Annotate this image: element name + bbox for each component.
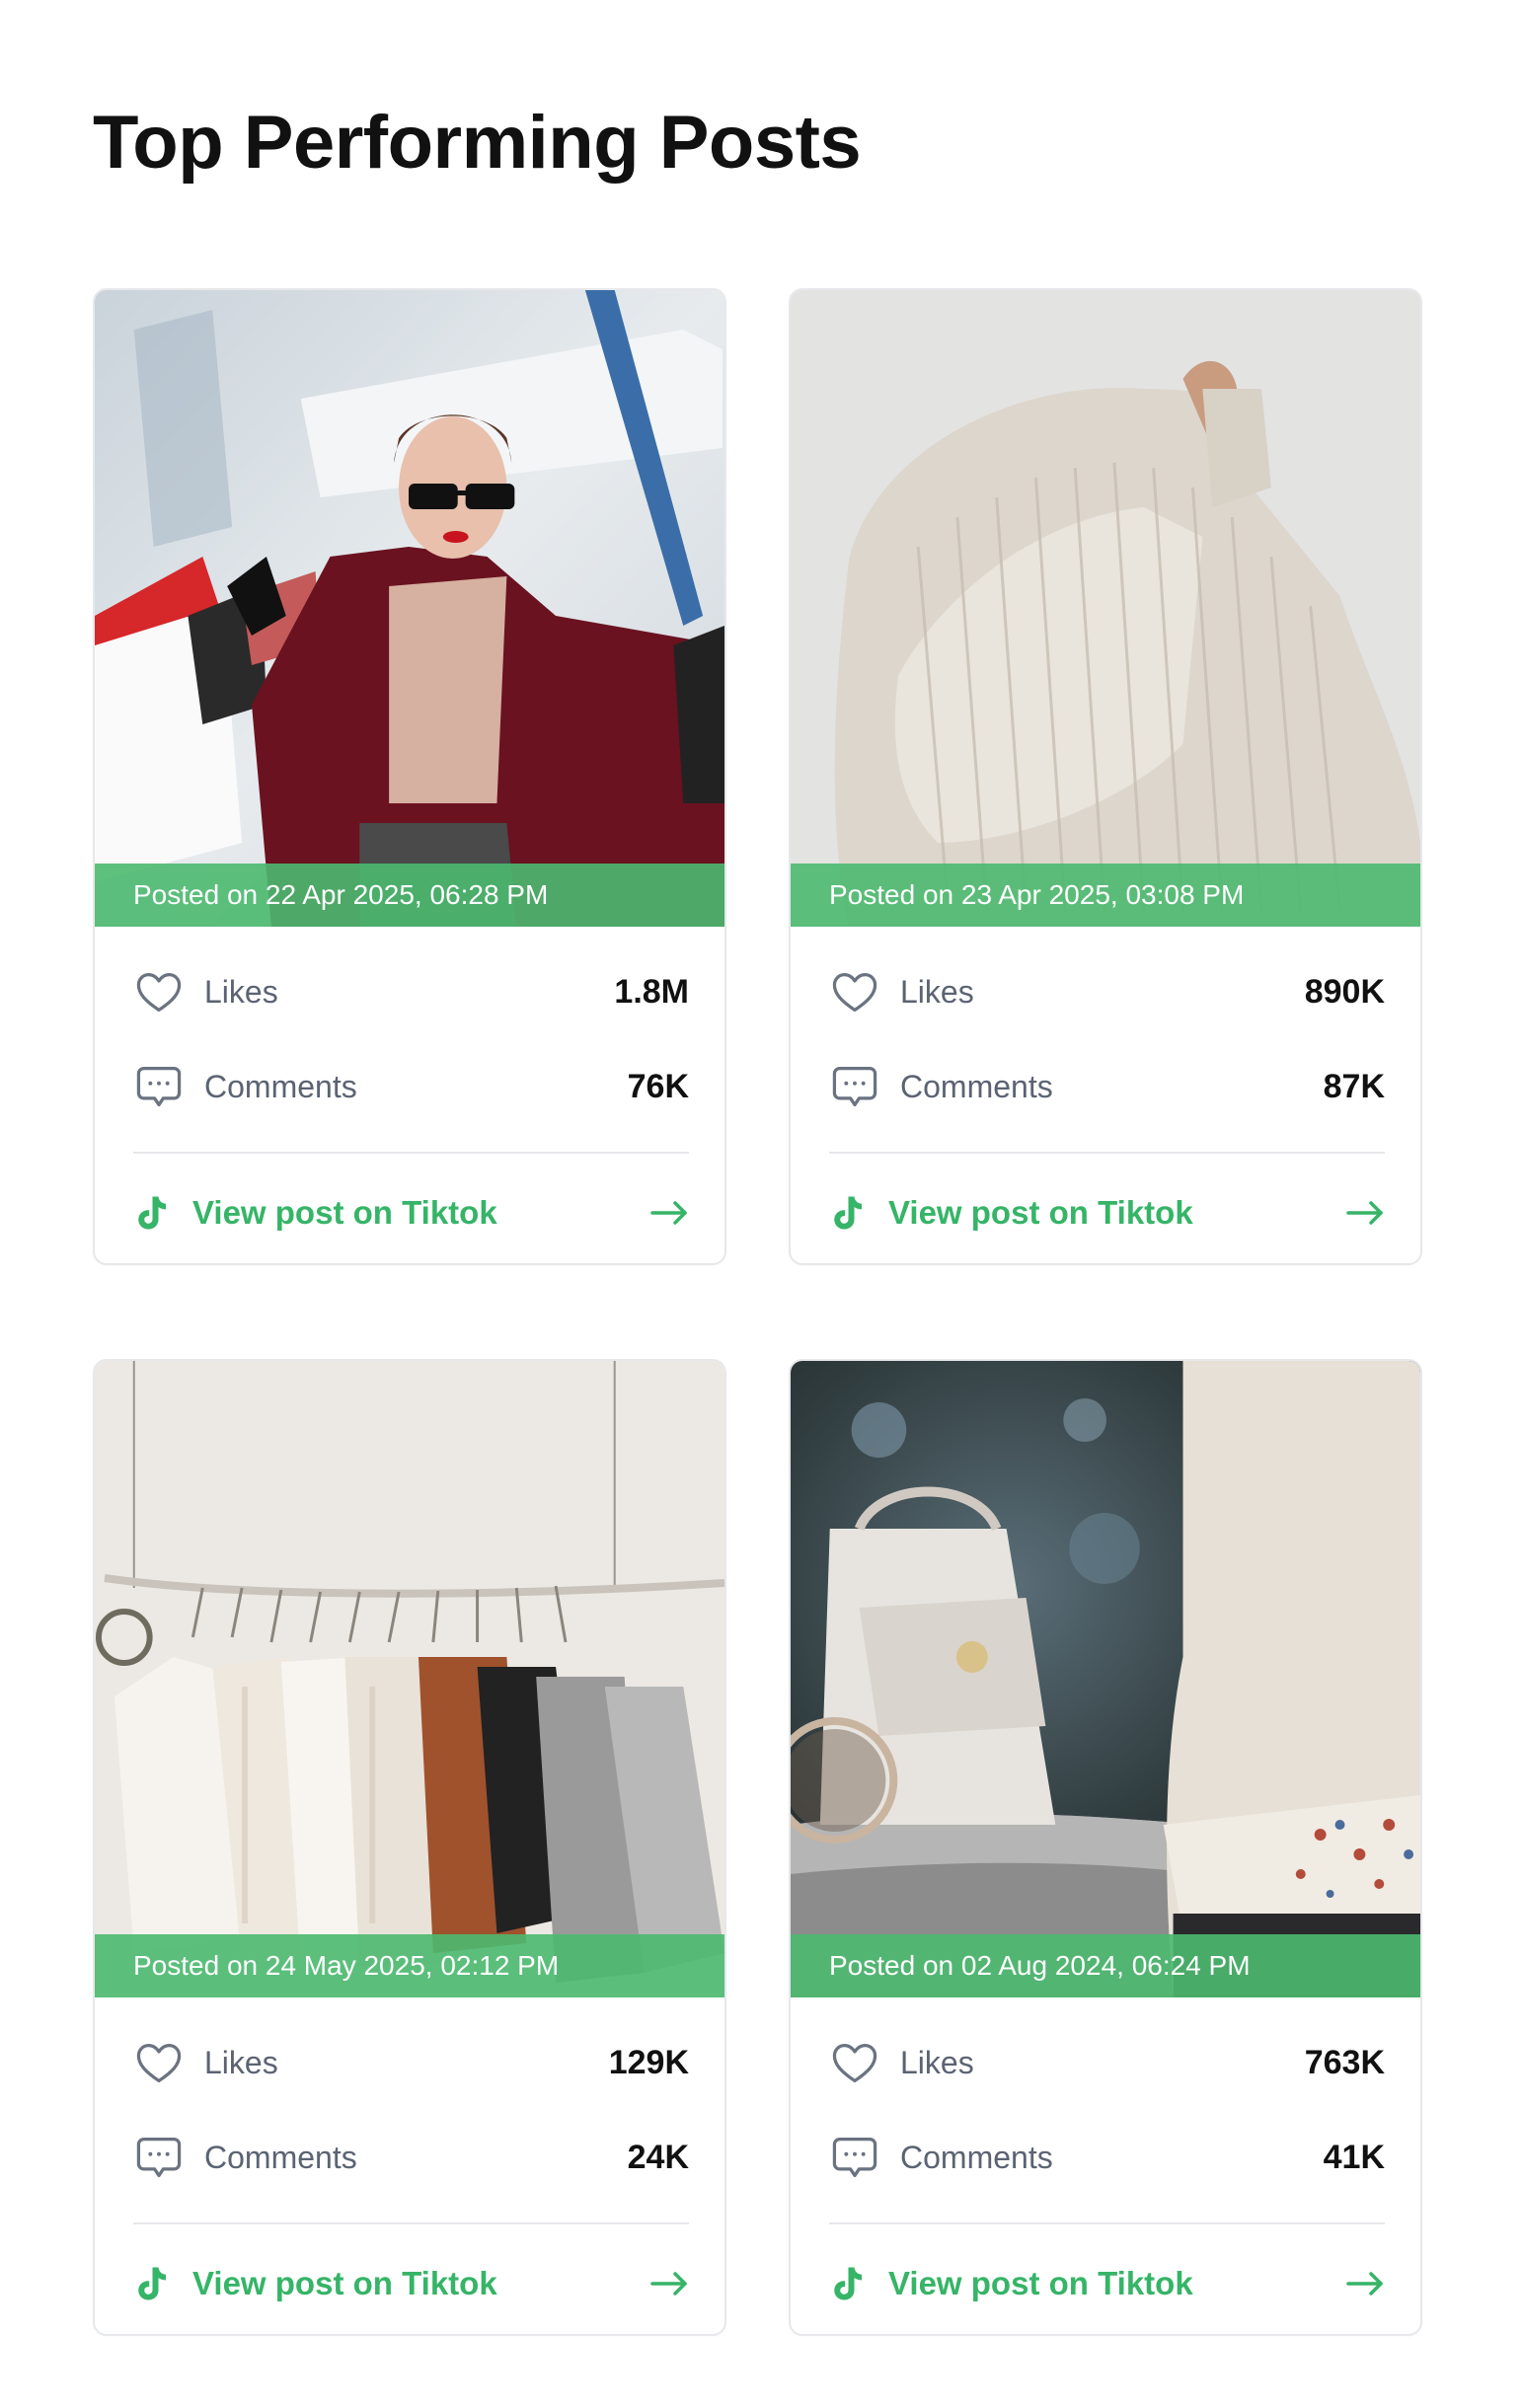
comments-label: Comments — [900, 2139, 1053, 2175]
likes-label: Likes — [900, 2044, 974, 2080]
comments-count: 41K — [1323, 2138, 1385, 2176]
view-post-label: View post on Tiktok — [192, 1194, 497, 1231]
likes-count: 129K — [608, 2043, 689, 2081]
divider — [829, 1152, 1385, 1154]
post-stats: Likes 763K Comments 41K — [791, 1997, 1420, 2185]
posted-date-banner: Posted on 22 Apr 2025, 06:28 PM — [95, 864, 724, 927]
arrow-right-icon — [1345, 1198, 1385, 1228]
comment-icon — [829, 2132, 880, 2183]
likes-row: Likes 1.8M — [133, 964, 689, 1019]
comments-label: Comments — [900, 1068, 1053, 1104]
posts-grid: Posted on 22 Apr 2025, 06:28 PM Likes 1.… — [93, 288, 1422, 2336]
divider — [829, 2222, 1385, 2224]
arrow-right-icon — [1345, 2269, 1385, 2298]
arrow-right-icon — [649, 1198, 689, 1228]
divider — [133, 2222, 689, 2224]
post-image[interactable]: Posted on 02 Aug 2024, 06:24 PM — [791, 1361, 1420, 1997]
page-title: Top Performing Posts — [93, 101, 862, 185]
likes-row: Likes 763K — [829, 2035, 1385, 2090]
knit-sweater-photo — [791, 290, 1420, 927]
comment-icon — [829, 1061, 880, 1112]
tiktok-icon — [133, 2264, 169, 2303]
view-post-link[interactable]: View post on Tiktok — [133, 2254, 689, 2313]
likes-count: 890K — [1304, 972, 1385, 1011]
post-stats: Likes 1.8M Comments 76K — [95, 927, 724, 1114]
post-card: Posted on 23 Apr 2025, 03:08 PM Likes 89… — [789, 288, 1422, 1265]
posted-date-banner: Posted on 23 Apr 2025, 03:08 PM — [791, 864, 1420, 927]
view-post-label: View post on Tiktok — [192, 2265, 497, 2301]
comment-icon — [133, 1061, 185, 1112]
post-stats: Likes 129K Comments 24K — [95, 1997, 724, 2185]
view-post-link[interactable]: View post on Tiktok — [829, 1183, 1385, 1242]
posted-date-banner: Posted on 02 Aug 2024, 06:24 PM — [791, 1934, 1420, 1997]
view-post-link[interactable]: View post on Tiktok — [829, 2254, 1385, 2313]
view-post-label: View post on Tiktok — [888, 2265, 1193, 2301]
post-image[interactable]: Posted on 23 Apr 2025, 03:08 PM — [791, 290, 1420, 927]
divider — [133, 1152, 689, 1154]
view-post-link[interactable]: View post on Tiktok — [133, 1183, 689, 1242]
comments-count: 76K — [627, 1067, 689, 1105]
comments-label: Comments — [204, 1068, 357, 1104]
clothes-rack-photo — [95, 1361, 724, 1997]
comments-count: 87K — [1323, 1067, 1385, 1105]
tiktok-icon — [829, 2264, 865, 2303]
arrow-right-icon — [649, 2269, 689, 2298]
comments-label: Comments — [204, 2139, 357, 2175]
heart-icon — [829, 2037, 880, 2088]
comments-count: 24K — [627, 2138, 689, 2176]
likes-row: Likes 129K — [133, 2035, 689, 2090]
post-image[interactable]: Posted on 24 May 2025, 02:12 PM — [95, 1361, 724, 1997]
heart-icon — [133, 966, 185, 1017]
comment-icon — [133, 2132, 185, 2183]
post-card: Posted on 22 Apr 2025, 06:28 PM Likes 1.… — [93, 288, 726, 1265]
tiktok-icon — [829, 1193, 865, 1233]
comments-row: Comments 24K — [133, 2130, 689, 2185]
post-card: Posted on 02 Aug 2024, 06:24 PM Likes 76… — [789, 1359, 1422, 2336]
comments-row: Comments 87K — [829, 1059, 1385, 1114]
likes-label: Likes — [204, 973, 278, 1010]
white-handbag-and-sunglasses-photo — [791, 1361, 1420, 1997]
woman-with-shopping-bags-photo — [95, 290, 724, 927]
view-post-label: View post on Tiktok — [888, 1194, 1193, 1231]
tiktok-icon — [133, 1193, 169, 1233]
post-stats: Likes 890K Comments 87K — [791, 927, 1420, 1114]
likes-label: Likes — [204, 2044, 278, 2080]
likes-label: Likes — [900, 973, 974, 1010]
post-card: Posted on 24 May 2025, 02:12 PM Likes 12… — [93, 1359, 726, 2336]
likes-row: Likes 890K — [829, 964, 1385, 1019]
likes-count: 1.8M — [614, 972, 689, 1011]
heart-icon — [829, 966, 880, 1017]
likes-count: 763K — [1304, 2043, 1385, 2081]
posted-date-banner: Posted on 24 May 2025, 02:12 PM — [95, 1934, 724, 1997]
post-image[interactable]: Posted on 22 Apr 2025, 06:28 PM — [95, 290, 724, 927]
comments-row: Comments 41K — [829, 2130, 1385, 2185]
heart-icon — [133, 2037, 185, 2088]
comments-row: Comments 76K — [133, 1059, 689, 1114]
